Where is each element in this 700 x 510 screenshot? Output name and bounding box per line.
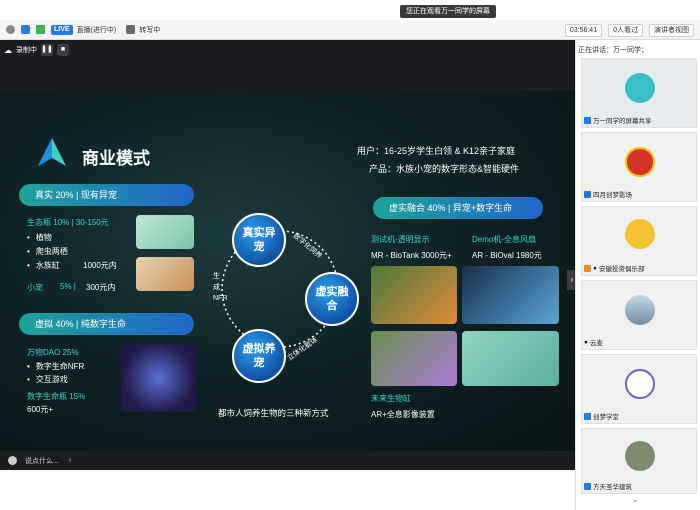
slide: 商业模式 真实 20% | 现有异宠 生态瓶 10% | 30-150元 植物 … <box>0 91 575 451</box>
mr-product: MR - BioTank 3000元+ <box>371 251 452 260</box>
live-status: 直播(进行中) <box>76 26 117 34</box>
participant-tile[interactable]: 万一同学的屏幕共享 <box>581 58 697 128</box>
tile-label: 万一同学的屏幕共享 <box>584 115 652 125</box>
cloud-icon: ☁ <box>4 45 12 55</box>
participant-tile[interactable]: 创梦学堂 <box>581 354 697 424</box>
circle-virtual: 虚拟养宠 <box>232 329 286 383</box>
avatar <box>625 441 655 471</box>
participant-tile[interactable]: 四月创梦影场 <box>581 132 697 202</box>
digital-bottle: 数字生命瓶 15% <box>27 392 86 401</box>
biotank-image <box>371 266 457 324</box>
butterfly-image <box>121 344 196 412</box>
top-strip <box>0 0 700 20</box>
avatar <box>625 369 655 399</box>
future-tank: 未来生物缸 <box>371 394 411 403</box>
pill-virtual: 虚拟 40% | 纯数字生命 <box>19 313 194 335</box>
bottom-area <box>0 470 575 510</box>
dao-item-2: 交互游戏 <box>27 374 68 385</box>
dao: 万物DAO 25% <box>27 348 79 357</box>
circle-real: 真实异宠 <box>232 213 286 267</box>
arc-left: 生成NFR <box>213 273 228 302</box>
tile-label: ● 安徽投资俱乐部 <box>584 263 644 273</box>
recording-bar: ☁ 录制中 ❚❚ ■ <box>4 44 69 56</box>
users-line: 用户：16-25岁学生白领 & K12亲子家庭 <box>357 146 516 156</box>
pause-button[interactable]: ❚❚ <box>41 44 53 56</box>
stop-button[interactable]: ■ <box>57 44 69 56</box>
slide-title: 商业模式 <box>82 149 150 168</box>
meeting-toolbar: LIVE 直播(进行中) 转写中 03:56:41 0人看过 演讲者视图 <box>0 20 700 40</box>
avatar <box>625 73 655 103</box>
transcribe-icon <box>126 25 136 34</box>
chat-input[interactable]: 说点什么... <box>25 456 59 466</box>
future-tank-image-1 <box>371 331 457 386</box>
speaking-indicator: 正在讲话：万一同学； <box>578 47 648 54</box>
participant-tile[interactable]: 方天圣华建筑 <box>581 428 697 494</box>
eco-bottle: 生态瓶 10% | 30-150元 <box>27 218 109 227</box>
user-icon <box>584 412 591 420</box>
small-pet-image <box>136 257 194 291</box>
info-icon[interactable] <box>6 25 15 34</box>
tile-label: 创梦学堂 <box>584 411 619 421</box>
participant-tile[interactable]: ● 安徽投资俱乐部 <box>581 206 697 276</box>
avatar <box>625 295 655 325</box>
avatar <box>625 219 655 249</box>
pill-mix: 虚实融合 40% | 异宠+数字生命 <box>373 197 543 219</box>
logo-icon <box>38 138 66 166</box>
pill-real: 真实 20% | 现有异宠 <box>19 184 194 206</box>
test-machine: 测试机-透明显示 <box>371 235 430 244</box>
view-mode-button[interactable]: 演讲者视图 <box>649 24 694 37</box>
future-desc: AR+全息影像装置 <box>371 410 435 419</box>
small-pet-pct: 5% | <box>60 282 76 291</box>
user-icon <box>584 482 591 490</box>
eco-item-3: 水族缸 <box>27 260 60 271</box>
screen-share-icon <box>584 116 591 124</box>
screen-share-notice: 您正在观看万一同学的屏幕 <box>400 5 496 18</box>
avatar <box>625 147 655 177</box>
small-pet: 小宠 <box>27 283 43 292</box>
ar-product: AR - BiOval 1980元 <box>472 251 542 260</box>
tile-label: 方天圣华建筑 <box>584 481 632 491</box>
shield-icon[interactable] <box>21 25 30 34</box>
circle-mix: 虚实融合 <box>305 272 359 326</box>
product-line: 产品：水族小宠的数字形态&智能硬件 <box>369 164 520 174</box>
user-icon <box>584 190 591 198</box>
dao-item-1: 数字生命NFR <box>27 361 84 372</box>
meeting-timer: 03:56:41 <box>564 24 603 37</box>
scroll-down-icon[interactable]: ⌄ <box>632 495 639 504</box>
small-pet-price: 300元内 <box>86 283 116 292</box>
signal-icon <box>36 25 45 34</box>
eco-price: 1000元内 <box>83 261 117 270</box>
transcribe-status[interactable]: 转写中 <box>139 25 160 35</box>
eco-item-1: 植物 <box>27 232 52 243</box>
eco-item-2: 爬虫两栖 <box>27 246 68 257</box>
future-tank-image-2 <box>462 331 559 386</box>
emoji-icon[interactable] <box>8 456 17 465</box>
mic-icon: ● <box>584 338 588 346</box>
bioval-image <box>462 266 559 324</box>
tile-label: ● 云麦 <box>584 338 603 348</box>
eco-bottle-image <box>136 215 194 249</box>
demo-machine: Demo机-全息风扇 <box>472 235 537 244</box>
participant-sidebar: 正在讲话：万一同学； 万一同学的屏幕共享 四月创梦影场 ● 安徽投资俱乐部 ● 云麦… <box>575 40 700 510</box>
mic-icon: ● <box>593 264 597 272</box>
participant-tile[interactable]: ● 云麦 <box>581 280 697 350</box>
cycle-caption: 都市人饲养生物的三种新方式 <box>218 408 329 418</box>
tile-label: 四月创梦影场 <box>584 189 632 199</box>
chat-bar: 说点什么... ‹ <box>0 451 575 470</box>
digital-bottle-price: 600元+ <box>27 405 54 414</box>
recording-label: 录制中 <box>16 47 37 54</box>
collapse-chat-icon[interactable]: ‹ <box>69 457 71 464</box>
live-badge: LIVE <box>51 24 73 35</box>
user-icon <box>584 264 591 272</box>
attendee-count[interactable]: 0人看过 <box>608 24 643 37</box>
